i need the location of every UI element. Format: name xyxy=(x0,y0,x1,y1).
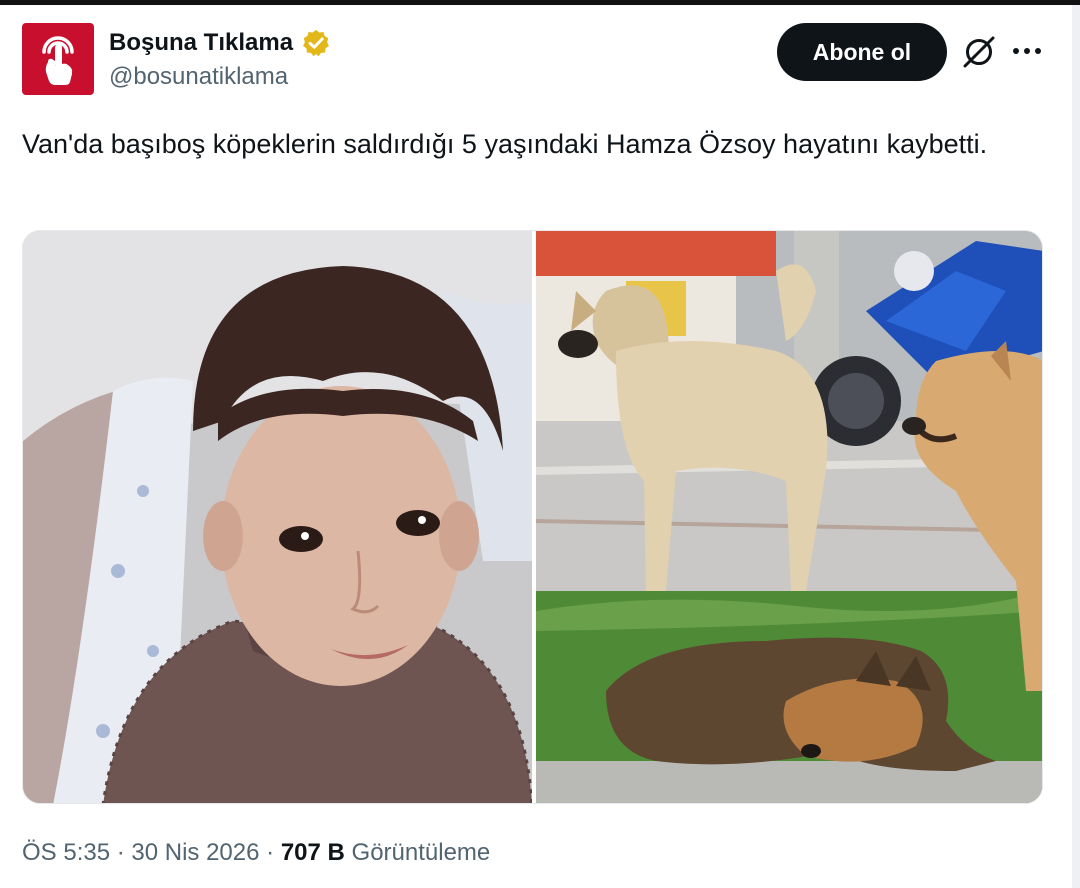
meta-separator: · xyxy=(259,839,281,866)
grok-icon[interactable] xyxy=(960,33,998,71)
display-name-row[interactable]: Boşuna Tıklama xyxy=(109,26,331,60)
media-grid[interactable] xyxy=(22,230,1043,804)
top-border xyxy=(0,0,1080,5)
more-options-icon[interactable] xyxy=(1011,38,1043,64)
views-count: 707 B xyxy=(280,839,345,866)
scroll-edge xyxy=(1072,5,1080,888)
verified-badge-icon xyxy=(303,29,329,57)
display-name[interactable]: Boşuna Tıklama xyxy=(109,29,293,57)
avatar[interactable] xyxy=(22,23,94,95)
tweet-time[interactable]: ÖS 5:35 xyxy=(22,839,110,867)
child-portrait-photo[interactable] xyxy=(23,231,532,803)
views-label-text: Görüntüleme xyxy=(351,839,491,866)
views-label xyxy=(345,839,352,867)
follow-button[interactable]: Abone ol xyxy=(777,23,947,81)
tap-hand-icon xyxy=(42,36,74,85)
tweet-text: Van'da başıboş köpeklerin saldırdığı 5 y… xyxy=(22,129,988,159)
stray-dogs-photo[interactable] xyxy=(536,231,1042,803)
handle[interactable]: @bosunatiklama xyxy=(109,63,288,91)
tweet-meta: ÖS 5:35 · 30 Nis 2026 · 707 B Görüntülem… xyxy=(22,838,490,868)
meta-separator: · xyxy=(110,839,132,866)
tweet-date[interactable]: 30 Nis 2026 xyxy=(131,839,259,867)
